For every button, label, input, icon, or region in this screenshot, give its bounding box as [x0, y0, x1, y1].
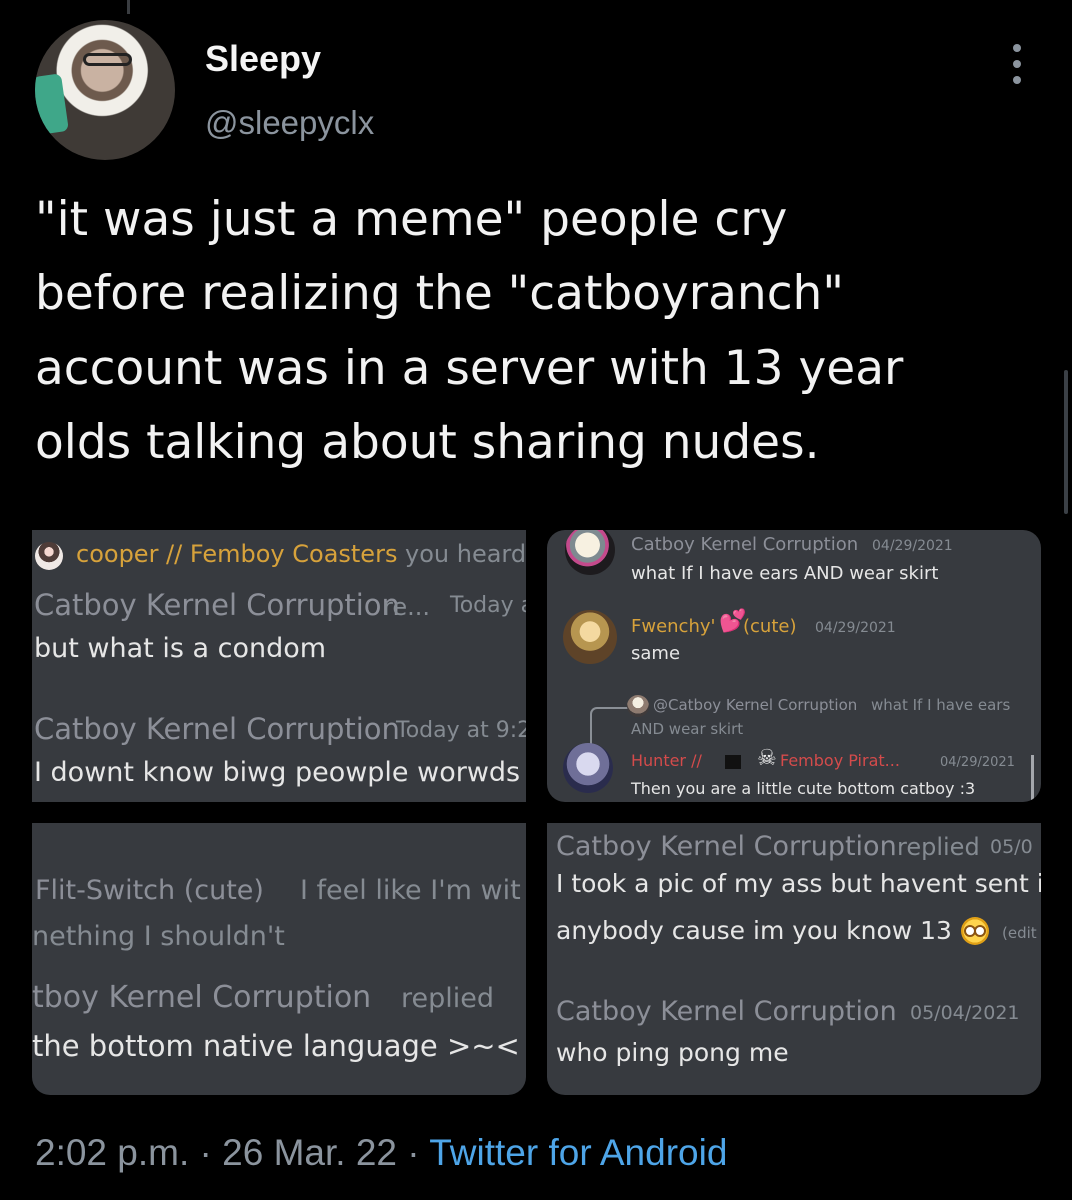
discord-screenshot-top-right[interactable]: Catboy Kernel Corruption 04/29/2021 what… [547, 530, 1041, 802]
display-name[interactable]: Sleepy [205, 38, 321, 80]
username: Catboy Kernel Corruption [631, 534, 859, 555]
timestamp: 04/29/2021 [940, 755, 1015, 770]
message-text: but what is a condom [34, 633, 327, 664]
scrollbar[interactable] [1064, 370, 1068, 514]
edited-label: (edit [1002, 924, 1037, 942]
reply-text: AND wear skirt [631, 720, 744, 738]
timestamp: 04/29/2021 [815, 620, 896, 636]
discord-screenshot-bottom-left[interactable]: Flit-Switch (cute) I feel like I'm wit n… [32, 823, 526, 1095]
tweet-metadata: 2:02 p.m. · 26 Mar. 22 · Twitter for And… [35, 1132, 727, 1174]
post-time[interactable]: 2:02 p.m. [35, 1132, 189, 1173]
username: Femboy Pirat... [780, 751, 900, 770]
username: Flit-Switch (cute) [35, 875, 264, 906]
username: Hunter // [631, 751, 702, 770]
reply-label: replied [897, 833, 980, 861]
reply-username: @Catboy Kernel Corruption [653, 696, 858, 714]
user-handle[interactable]: @sleepyclx [205, 104, 374, 142]
reply-avatar-icon [627, 695, 649, 717]
username: tboy Kernel Corruption [32, 980, 372, 1015]
message-text: Then you are a little cute bottom catboy… [631, 779, 976, 798]
profile-avatar[interactable] [35, 20, 175, 160]
username: Catboy Kernel Corruption [556, 831, 897, 862]
role-tag: (cute) [743, 616, 797, 637]
message-text: anybody cause im you know 13 [556, 916, 952, 945]
message-text: the bottom native language >~< [32, 1029, 520, 1063]
username: Catboy Kernel Corruption [556, 996, 897, 1027]
separator: · [397, 1132, 430, 1173]
message-text: I feel like I'm wit [300, 875, 521, 906]
more-options-icon[interactable] [1008, 42, 1028, 86]
image-scrollbar [1031, 755, 1034, 802]
timestamp: Today at 9:2 [396, 718, 526, 743]
skull-icon: ☠ [757, 746, 777, 771]
username: cooper // Femboy Coasters [76, 540, 398, 568]
message-text: you heard [405, 540, 526, 568]
reply-label: replied [401, 983, 495, 1014]
message-text: who ping pong me [556, 1038, 789, 1067]
message-text: nething I shouldn't [32, 921, 285, 952]
hunter-avatar-icon [563, 743, 613, 793]
reply-text: what If I have ears [871, 696, 1011, 714]
client-source-link[interactable]: Twitter for Android [429, 1132, 727, 1173]
timestamp: 04/29/2021 [872, 538, 953, 554]
discord-screenshot-top-left[interactable]: cooper // Femboy Coasters you heard Catb… [32, 530, 526, 802]
cooper-avatar-icon [35, 542, 63, 570]
tweet-text: "it was just a meme" people cry before r… [35, 192, 904, 470]
timestamp: 05/0 [990, 836, 1033, 858]
username: Catboy Kernel Corruption [34, 712, 400, 746]
flag-icon [725, 755, 741, 769]
message-text: I downt know biwg peowple worwds > [34, 757, 526, 788]
message-text: I took a pic of my ass but havent sent i [556, 869, 1041, 898]
discord-screenshot-bottom-right[interactable]: Catboy Kernel Corruption replied 05/0 I … [547, 823, 1041, 1095]
timestamp: Today a [450, 593, 526, 618]
timestamp: 05/04/2021 [910, 1002, 1020, 1024]
username: Catboy Kernel Corruption [34, 588, 400, 622]
username: Fwenchy' [631, 616, 716, 637]
fwenchy-avatar-icon [563, 610, 617, 664]
message-text: what If I have ears AND wear skirt [631, 563, 939, 584]
separator: · [189, 1132, 223, 1173]
catboy-avatar-icon [565, 530, 615, 575]
reply-label: re... [383, 593, 430, 621]
thread-line [127, 0, 130, 14]
flushed-face-icon [961, 917, 989, 945]
post-date[interactable]: 26 Mar. 22 [222, 1132, 397, 1173]
message-text: same [631, 643, 681, 664]
